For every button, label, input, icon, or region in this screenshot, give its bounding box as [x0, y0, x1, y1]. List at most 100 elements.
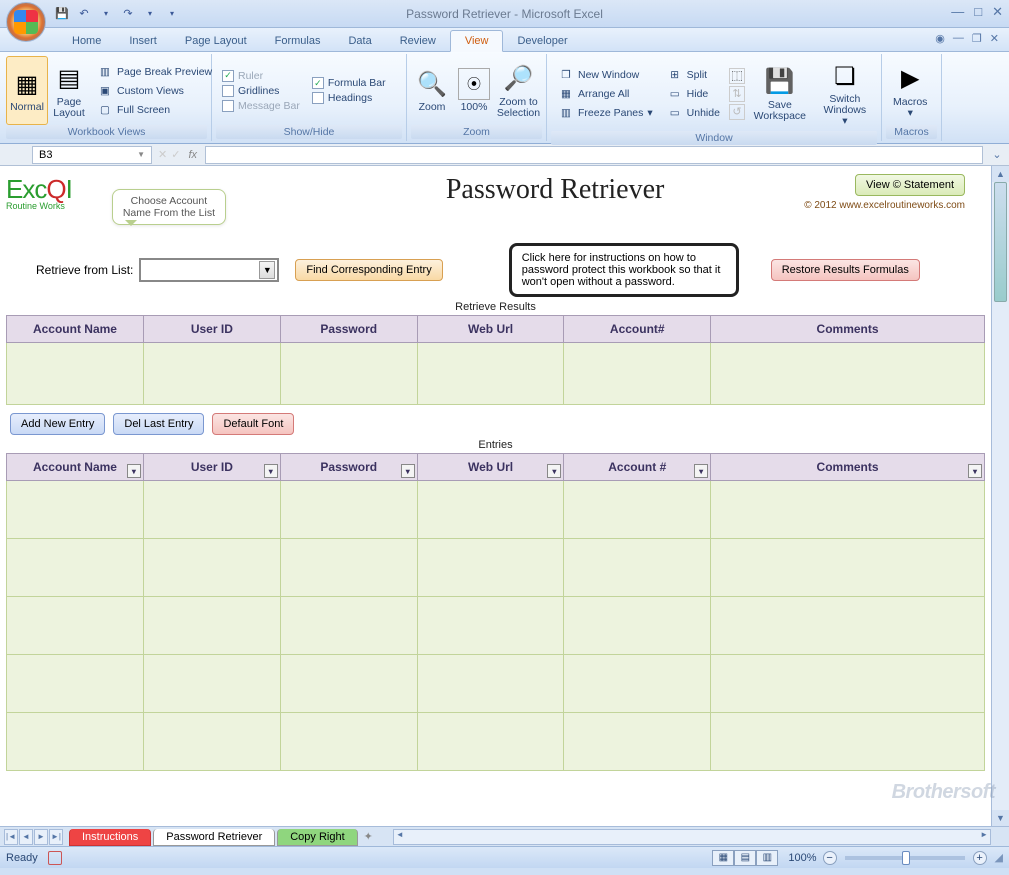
tab-data[interactable]: Data [334, 31, 385, 51]
doc-restore-button[interactable]: ❐ [972, 32, 982, 45]
macros-button[interactable]: ▶Macros▾ [886, 56, 934, 125]
freeze-panes-button[interactable]: ▥Freeze Panes ▾ [555, 104, 656, 122]
find-entry-button[interactable]: Find Corresponding Entry [295, 259, 442, 281]
enter-formula-icon[interactable]: ✓ [171, 148, 180, 161]
scroll-up-icon[interactable]: ▲ [992, 166, 1009, 182]
save-workspace-button[interactable]: 💾Save Workspace [747, 56, 813, 131]
entries-header[interactable]: Comments▾ [711, 454, 985, 481]
filter-icon[interactable]: ▾ [264, 464, 278, 478]
switch-windows-button[interactable]: ❏Switch Windows ▾ [813, 56, 877, 131]
prev-sheet-button[interactable]: ◄ [19, 829, 33, 845]
formula-input[interactable] [205, 146, 983, 164]
zoom-button[interactable]: 🔍Zoom [411, 56, 453, 125]
restore-formulas-button[interactable]: Restore Results Formulas [771, 259, 920, 281]
scroll-down-icon[interactable]: ▼ [992, 810, 1009, 826]
vertical-scrollbar[interactable]: ▲ ▼ [991, 166, 1009, 826]
resize-grip-icon[interactable]: ◢ [995, 851, 1003, 864]
insert-sheet-icon[interactable]: ✦ [364, 830, 373, 843]
office-button[interactable] [6, 2, 46, 42]
sheet-tab-copyright[interactable]: Copy Right [277, 829, 357, 846]
hide-button[interactable]: ▭Hide [664, 85, 723, 103]
name-box[interactable]: B3▼ [32, 146, 152, 164]
help-icon[interactable]: ◉ [935, 32, 945, 45]
page-break-view-btn[interactable]: ▥ [756, 850, 778, 866]
gridlines-checkbox[interactable]: Gridlines [220, 84, 302, 98]
entries-header[interactable]: Account Name▾ [7, 454, 144, 481]
headings-checkbox[interactable]: Headings [310, 91, 388, 105]
zoom-in-button[interactable]: + [973, 851, 987, 865]
entries-header[interactable]: Account #▾ [564, 454, 711, 481]
table-row[interactable] [7, 343, 985, 405]
table-row[interactable] [7, 655, 985, 713]
sheet-tab-password-retriever[interactable]: Password Retriever [153, 829, 275, 846]
chevron-down-icon[interactable]: ▼ [259, 261, 275, 279]
close-button[interactable]: ✕ [992, 4, 1003, 20]
redo-icon[interactable]: ↷ [120, 6, 136, 22]
zoom-100-button[interactable]: ⦿100% [453, 56, 495, 125]
tab-view[interactable]: View [450, 30, 504, 52]
arrange-all-button[interactable]: ▦Arrange All [555, 85, 656, 103]
page-break-preview-button[interactable]: ▥Page Break Preview [94, 63, 215, 81]
doc-minimize-button[interactable]: — [953, 32, 964, 45]
horizontal-scrollbar[interactable] [393, 829, 991, 845]
qat-customize-icon[interactable]: ▾ [164, 6, 180, 22]
table-row[interactable] [7, 713, 985, 771]
entries-header[interactable]: Web Url▾ [417, 454, 564, 481]
minimize-button[interactable]: — [951, 4, 964, 20]
table-row[interactable] [7, 539, 985, 597]
page-layout-view-btn[interactable]: ▤ [734, 850, 756, 866]
table-row[interactable] [7, 481, 985, 539]
entries-header[interactable]: Password▾ [280, 454, 417, 481]
normal-view-btn[interactable]: ▦ [712, 850, 734, 866]
undo-menu-icon[interactable]: ▾ [98, 6, 114, 22]
sync-scroll-icon[interactable]: ⇅ [729, 86, 745, 102]
default-font-button[interactable]: Default Font [212, 413, 294, 435]
last-sheet-button[interactable]: ►| [49, 829, 63, 845]
table-row[interactable] [7, 597, 985, 655]
tab-developer[interactable]: Developer [503, 31, 581, 51]
tab-page-layout[interactable]: Page Layout [171, 31, 261, 51]
redo-menu-icon[interactable]: ▾ [142, 6, 158, 22]
ruler-checkbox[interactable]: ✓Ruler [220, 69, 302, 83]
doc-close-button[interactable]: ✕ [990, 32, 999, 45]
formula-bar-checkbox[interactable]: ✓Formula Bar [310, 76, 388, 90]
zoom-slider[interactable] [845, 856, 965, 860]
reset-pos-icon[interactable]: ↺ [729, 104, 745, 120]
zoom-out-button[interactable]: − [823, 851, 837, 865]
delete-last-entry-button[interactable]: Del Last Entry [113, 413, 204, 435]
save-icon[interactable]: 💾 [54, 6, 70, 22]
tab-insert[interactable]: Insert [115, 31, 171, 51]
first-sheet-button[interactable]: |◄ [4, 829, 18, 845]
cancel-formula-icon[interactable]: ✕ [158, 148, 167, 161]
tab-formulas[interactable]: Formulas [261, 31, 335, 51]
next-sheet-button[interactable]: ► [34, 829, 48, 845]
tab-review[interactable]: Review [386, 31, 450, 51]
fx-icon[interactable]: fx [188, 149, 197, 161]
tab-home[interactable]: Home [58, 31, 115, 51]
retrieve-combo[interactable]: ▼ [139, 258, 279, 282]
new-window-button[interactable]: ❐New Window [555, 66, 656, 84]
undo-icon[interactable]: ↶ [76, 6, 92, 22]
expand-formula-bar-icon[interactable]: ⌄ [989, 148, 1005, 161]
full-screen-button[interactable]: ▢Full Screen [94, 101, 215, 119]
zoom-selection-button[interactable]: 🔎Zoom to Selection [495, 56, 542, 125]
maximize-button[interactable]: □ [974, 4, 982, 20]
filter-icon[interactable]: ▾ [127, 464, 141, 478]
filter-icon[interactable]: ▾ [694, 464, 708, 478]
filter-icon[interactable]: ▾ [547, 464, 561, 478]
sheet-tab-instructions[interactable]: Instructions [69, 829, 151, 846]
view-statement-button[interactable]: View © Statement [855, 174, 965, 196]
message-bar-checkbox[interactable]: Message Bar [220, 99, 302, 113]
scroll-thumb[interactable] [994, 182, 1007, 302]
page-layout-button[interactable]: ▤ Page Layout [48, 56, 90, 125]
add-entry-button[interactable]: Add New Entry [10, 413, 105, 435]
custom-views-button[interactable]: ▣Custom Views [94, 82, 215, 100]
filter-icon[interactable]: ▾ [401, 464, 415, 478]
instructions-box[interactable]: Click here for instructions on how to pa… [509, 243, 739, 297]
zoom-level[interactable]: 100% [788, 852, 816, 864]
filter-icon[interactable]: ▾ [968, 464, 982, 478]
split-button[interactable]: ⊞Split [664, 66, 723, 84]
macro-record-icon[interactable] [48, 851, 62, 865]
normal-view-button[interactable]: ▦ Normal [6, 56, 48, 125]
entries-header[interactable]: User ID▾ [143, 454, 280, 481]
